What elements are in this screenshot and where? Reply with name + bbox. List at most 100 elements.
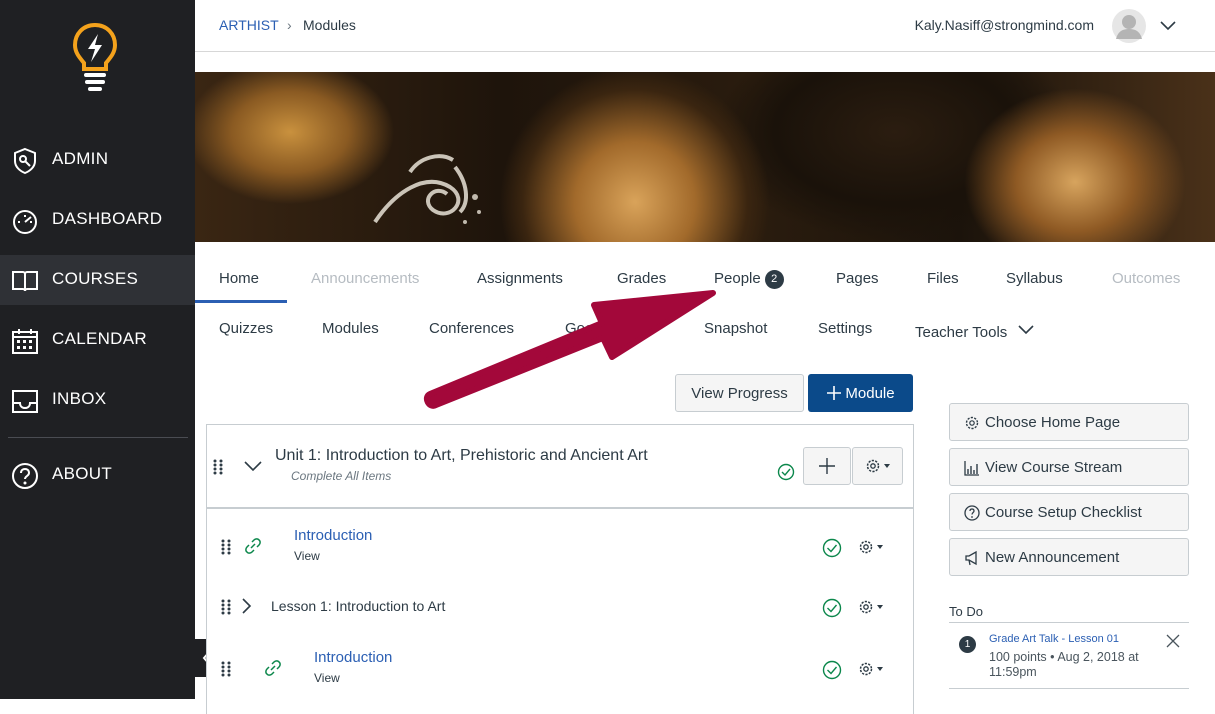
close-icon[interactable]	[1166, 634, 1180, 648]
chevron-down-icon	[1018, 325, 1035, 335]
course-nav-assignments[interactable]: Assignments	[477, 270, 563, 287]
todo-divider	[949, 622, 1189, 623]
stats-chart-icon	[964, 461, 979, 476]
view-progress-button[interactable]: View Progress	[675, 374, 804, 412]
new-announcement-button[interactable]: New Announcement	[949, 538, 1189, 576]
nav-item-admin[interactable]: ADMIN	[0, 135, 195, 185]
breadcrumb-current: Modules	[303, 17, 356, 33]
nav-item-inbox[interactable]: INBOX	[0, 375, 195, 425]
user-email[interactable]: Kaly.Nasiff@strongmind.com	[915, 17, 1094, 33]
todo-heading: To Do	[949, 604, 983, 619]
gear-icon[interactable]	[858, 661, 888, 677]
banner-ornament	[373, 154, 481, 224]
course-nav-teacher-tools[interactable]: Teacher Tools	[915, 324, 1035, 341]
nav-label-about: ABOUT	[52, 464, 113, 483]
module-requirement: Complete All Items	[291, 469, 392, 483]
course-nav-people[interactable]: People 2	[714, 270, 784, 289]
link-icon	[245, 538, 261, 554]
course-nav-syllabus[interactable]: Syllabus	[1006, 270, 1063, 287]
view-progress-label: View Progress	[691, 384, 788, 402]
add-item-button[interactable]	[803, 447, 851, 485]
module-title: Unit 1: Introduction to Art, Prehistoric…	[275, 447, 648, 464]
course-setup-checklist-label: Course Setup Checklist	[985, 504, 1142, 521]
gear-icon	[965, 416, 979, 430]
new-announcement-label: New Announcement	[985, 549, 1120, 566]
teacher-tools-label: Teacher Tools	[915, 324, 1008, 341]
lesson-title[interactable]: Lesson 1: Introduction to Art	[271, 598, 445, 614]
gear-icon[interactable]	[858, 599, 888, 615]
course-banner-image	[195, 72, 1215, 242]
inbox-tray-icon	[12, 390, 38, 413]
course-nav-goo[interactable]: Goo	[565, 320, 593, 337]
course-nav-modules[interactable]: Modules	[322, 320, 379, 337]
checkmark-circle-icon	[822, 538, 842, 558]
calendar-icon	[12, 329, 38, 354]
people-count-badge: 2	[764, 270, 784, 289]
avatar-icon[interactable]	[1112, 9, 1146, 43]
drag-handle-icon[interactable]	[221, 599, 231, 615]
course-nav-outcomes[interactable]: Outcomes	[1112, 270, 1180, 287]
help-circle-icon	[12, 463, 38, 489]
nav-item-dashboard[interactable]: DASHBOARD	[0, 195, 195, 245]
view-course-stream-label: View Course Stream	[985, 459, 1123, 476]
todo-divider	[949, 688, 1189, 689]
todo-item-title[interactable]: Grade Art Talk - Lesson 01	[989, 633, 1119, 645]
module-item-subtitle: View	[294, 549, 320, 563]
plus-icon	[827, 386, 842, 400]
add-module-label: Module	[845, 384, 895, 402]
nav-label-courses: COURSES	[52, 269, 139, 288]
checkmark-circle-icon	[777, 463, 795, 481]
courses-book-icon	[12, 271, 38, 292]
drag-handle-icon[interactable]	[221, 661, 231, 677]
todo-item-meta: 100 points • Aug 2, 2018 at 11:59pm	[989, 650, 1139, 679]
module-item-title[interactable]: Introduction	[314, 649, 392, 666]
choose-home-page-label: Choose Home Page	[985, 414, 1121, 431]
nav-label-dashboard: DASHBOARD	[52, 209, 163, 228]
add-module-button[interactable]: Module	[808, 374, 913, 412]
nav-item-about[interactable]: ABOUT	[0, 450, 195, 500]
checkmark-circle-icon	[822, 598, 842, 618]
module-item-title[interactable]: Introduction	[294, 527, 372, 544]
gear-icon[interactable]	[858, 539, 888, 555]
course-nav-home[interactable]: Home	[219, 270, 259, 287]
nav-label-inbox: INBOX	[52, 389, 107, 408]
module-header[interactable]: Unit 1: Introduction to Art, Prehistoric…	[207, 425, 913, 509]
megaphone-icon	[965, 550, 977, 566]
nav-label-calendar: CALENDAR	[52, 329, 147, 348]
breadcrumb-separator: ›	[287, 17, 292, 33]
course-nav-files[interactable]: Files	[927, 270, 959, 287]
view-course-stream-button[interactable]: View Course Stream	[949, 448, 1189, 486]
course-nav-snapshot[interactable]: Snapshot	[704, 320, 767, 337]
plus-icon	[819, 458, 835, 474]
nav-label-admin: ADMIN	[52, 149, 109, 168]
course-nav-pages[interactable]: Pages	[836, 270, 879, 287]
module-card: Unit 1: Introduction to Art, Prehistoric…	[206, 424, 914, 714]
chevron-down-icon[interactable]	[243, 459, 263, 473]
dashboard-gauge-icon	[13, 210, 37, 234]
module-settings-button[interactable]	[852, 447, 903, 485]
drag-handle-icon[interactable]	[221, 539, 231, 555]
nav-item-calendar[interactable]: CALENDAR	[0, 315, 195, 365]
course-nav-quizzes[interactable]: Quizzes	[219, 320, 273, 337]
question-circle-icon	[964, 505, 980, 521]
nav-divider	[8, 437, 188, 438]
drag-handle-icon[interactable]	[213, 459, 223, 475]
breadcrumb-course-link[interactable]: ARTHIST	[219, 17, 279, 33]
nav-item-courses[interactable]: COURSES	[0, 255, 195, 305]
gear-icon	[866, 459, 890, 473]
course-nav-settings[interactable]: Settings	[818, 320, 872, 337]
chevron-down-icon[interactable]	[1159, 17, 1177, 35]
todo-item-number: 1	[959, 636, 976, 653]
checkmark-circle-icon	[822, 660, 842, 680]
course-nav-announcements[interactable]: Announcements	[311, 270, 419, 287]
chevron-right-icon[interactable]	[240, 597, 252, 615]
lightbulb-logo-icon[interactable]	[72, 22, 118, 92]
course-setup-checklist-button[interactable]: Course Setup Checklist	[949, 493, 1189, 531]
top-bar: ARTHIST › Modules Kaly.Nasiff@strongmind…	[195, 0, 1215, 52]
course-nav-active-indicator	[195, 300, 287, 303]
global-nav-sidebar: ADMIN DASHBOARD COURSES CALENDAR INBOX A…	[0, 0, 195, 699]
choose-home-page-button[interactable]: Choose Home Page	[949, 403, 1189, 441]
course-nav-people-label: People	[714, 270, 761, 287]
course-nav-conferences[interactable]: Conferences	[429, 320, 514, 337]
course-nav-grades[interactable]: Grades	[617, 270, 666, 287]
